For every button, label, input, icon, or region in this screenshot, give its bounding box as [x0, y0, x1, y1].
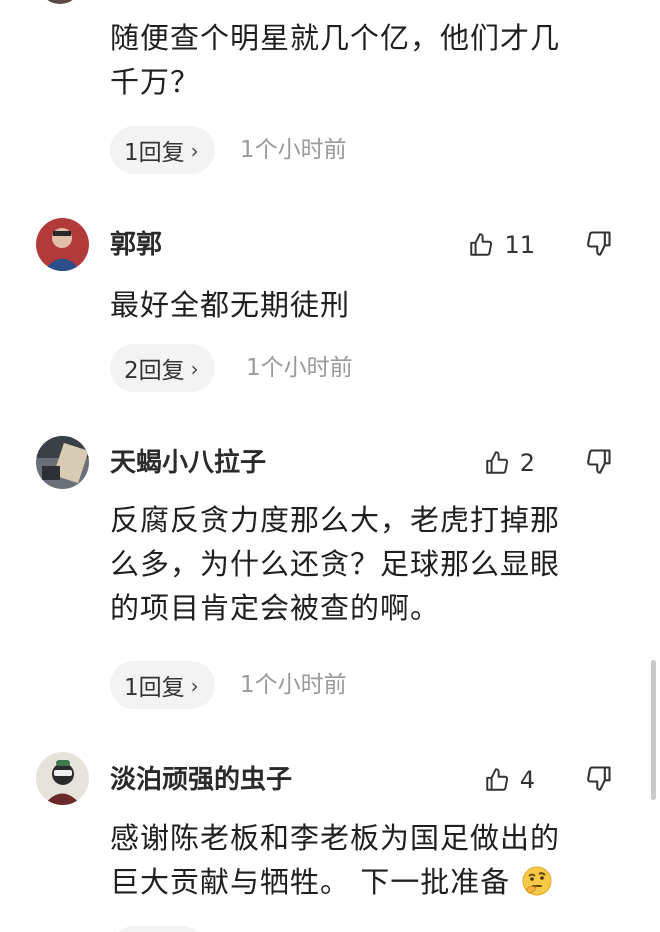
username[interactable]: 天蝎小八拉子 [110, 447, 266, 479]
like-count: 2 [519, 449, 535, 477]
comment-text: 感谢陈老板和李老板为国足做出的 巨大贡献与牺牲。 下一批准备 [110, 816, 630, 904]
comment-text-line: 千万？ [110, 65, 201, 99]
like-button[interactable]: 4 [484, 764, 535, 796]
username[interactable]: 淡泊顽强的虫子 [110, 764, 292, 796]
chevron-right-icon: › [190, 138, 199, 163]
comment-time: 1个小时前 [240, 137, 347, 163]
comment-text-line: 随便查个明星就几个亿，他们才几 [110, 21, 561, 55]
reply-button[interactable]: 2回复 › [110, 344, 215, 392]
comment-text: 反腐反贪力度那么大，老虎打掉那 么多，为什么还贪？足球那么显眼 的项目肯定会被查… [110, 498, 630, 630]
thumbs-down-icon [587, 766, 611, 791]
thumbs-up-icon [485, 768, 508, 791]
thumbs-up-icon [485, 451, 508, 474]
reply-button[interactable]: 1回复 › [110, 661, 215, 709]
dislike-button[interactable] [585, 447, 617, 479]
reply-count-label: 1回复 [124, 675, 185, 701]
username[interactable]: 郭郭 [110, 229, 162, 261]
comment-text-line: 最好全都无期徒刑 [110, 288, 351, 322]
avatar[interactable] [38, 0, 82, 4]
chevron-right-icon: › [190, 356, 199, 381]
like-button[interactable]: 2 [484, 447, 535, 479]
comment-time: 1个小时前 [240, 672, 347, 698]
avatar[interactable] [36, 752, 89, 805]
comment-text-line: 感谢陈老板和李老板为国足做出的 [110, 821, 561, 855]
reply-button[interactable] [110, 926, 206, 932]
thumbs-down-icon [587, 231, 611, 256]
scrollbar[interactable] [651, 660, 656, 800]
reply-count-label: 1回复 [124, 140, 185, 166]
chevron-right-icon: › [190, 673, 199, 698]
dislike-button[interactable] [585, 229, 617, 261]
like-button[interactable]: 11 [468, 229, 535, 261]
comment-time: 1个小时前 [246, 355, 353, 381]
comment-text: 随便查个明星就几个亿，他们才几 千万？ [110, 16, 630, 104]
like-count: 4 [519, 766, 535, 794]
reply-count-label: 2回复 [124, 358, 185, 384]
reply-button[interactable]: 1回复 › [110, 126, 215, 174]
like-count: 11 [504, 231, 535, 259]
comment-text-line: 的项目肯定会被查的啊。 [110, 591, 441, 625]
thumbs-down-icon [587, 449, 611, 474]
comment-text: 最好全都无期徒刑 [110, 283, 630, 327]
comment-text-line: 反腐反贪力度那么大，老虎打掉那 [110, 503, 561, 537]
comment-text-fragment: 巨大贡献与牺牲。 下一批准备 [110, 865, 511, 899]
dislike-button[interactable] [585, 764, 617, 796]
comment-text-line: 么多，为什么还贪？足球那么显眼 [110, 547, 561, 581]
comment-text-line: 巨大贡献与牺牲。 下一批准备 [110, 860, 630, 904]
thumbs-up-icon [470, 233, 493, 256]
avatar[interactable] [36, 218, 89, 271]
thinking-face-icon [522, 866, 552, 896]
avatar[interactable] [36, 436, 89, 489]
